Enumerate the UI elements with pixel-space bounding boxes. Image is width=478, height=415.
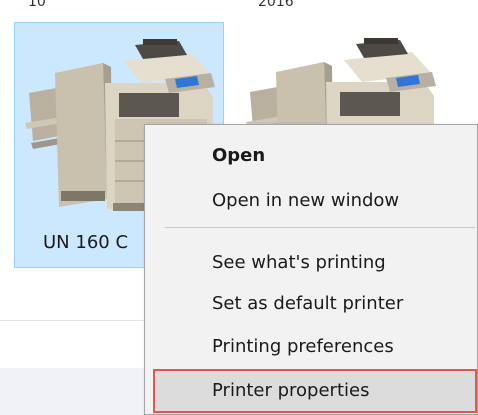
previous-item-label-right: 2016 xyxy=(258,0,294,10)
menu-item-open-new-window[interactable]: Open in new window xyxy=(212,186,399,216)
printer-name-label: UN 160 C xyxy=(43,232,129,253)
menu-item-printer-properties-highlight[interactable]: Printer properties xyxy=(153,369,477,413)
context-menu: Open Open in new window See what's print… xyxy=(144,124,478,415)
menu-item-printer-properties[interactable]: Printer properties xyxy=(212,376,369,406)
menu-item-see-whats-printing[interactable]: See what's printing xyxy=(212,248,386,278)
menu-item-printing-preferences[interactable]: Printing preferences xyxy=(212,332,394,362)
menu-item-open[interactable]: Open xyxy=(212,141,265,171)
menu-separator xyxy=(165,227,475,228)
menu-item-set-default-printer[interactable]: Set as default printer xyxy=(212,289,403,319)
previous-item-label: 10 xyxy=(28,0,46,10)
